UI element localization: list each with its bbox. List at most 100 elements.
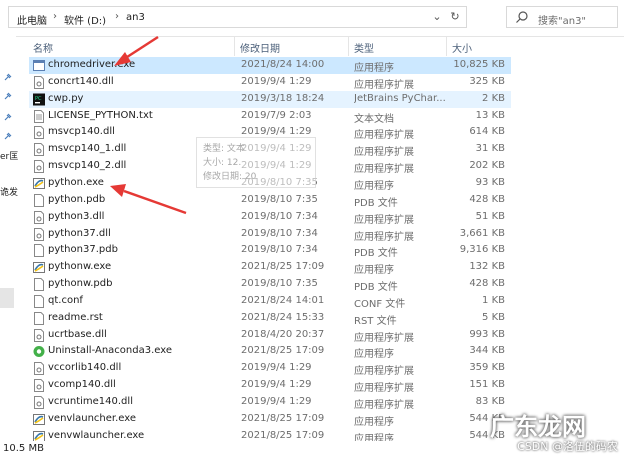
dll-icon bbox=[34, 227, 44, 241]
dll-icon bbox=[34, 143, 44, 157]
file-size: 10,825 KB bbox=[453, 59, 505, 70]
pin-icon[interactable] bbox=[3, 73, 12, 82]
exe-icon bbox=[33, 60, 45, 71]
column-divider[interactable] bbox=[234, 36, 235, 56]
selection-size: 10.5 MB bbox=[3, 443, 44, 454]
file-size: 325 KB bbox=[469, 75, 505, 87]
file-size: 5 KB bbox=[482, 311, 505, 323]
file-name: venvwlauncher.exe bbox=[48, 429, 145, 441]
file-name: cwp.py bbox=[48, 92, 84, 104]
file-row[interactable]: pythonw.exe 2021/8/25 17:09 应用程序 132 KB bbox=[29, 259, 511, 276]
file-date: 2019/8/10 7:34 bbox=[241, 244, 318, 256]
file-row[interactable]: vcruntime140.dll 2019/9/4 1:29 应用程序扩展 83 KB bbox=[29, 394, 511, 411]
file-size: 93 KB bbox=[475, 176, 505, 188]
file-row[interactable]: Uninstall-Anaconda3.exe 2021/8/25 17:09 应用… bbox=[29, 343, 511, 360]
file-row[interactable]: LICENSE_PYTHON.txt 2019/7/9 2:03 文本文档 13 KB bbox=[29, 108, 511, 125]
file-row[interactable]: readme.rst 2021/8/24 15:33 RST 文件 5 KB bbox=[29, 310, 511, 327]
python-exe-icon bbox=[33, 177, 45, 189]
navigation-pane: er匡 诡发 bbox=[0, 36, 18, 441]
file-date: 2019/9/4 1:29 bbox=[241, 379, 312, 391]
file-date: 2019/3/18 18:24 bbox=[241, 92, 325, 104]
column-divider[interactable] bbox=[446, 36, 447, 56]
file-size: 202 KB bbox=[469, 160, 505, 172]
column-divider[interactable] bbox=[348, 36, 349, 56]
column-header-date[interactable]: 修改日期 bbox=[240, 40, 280, 55]
breadcrumb-drive[interactable]: 软件 (D:) bbox=[64, 12, 106, 27]
watermark-author: CSDN @洛伍的码农 bbox=[517, 440, 618, 453]
file-name: python37.pdb bbox=[48, 244, 118, 256]
file-name: python.pdb bbox=[48, 193, 106, 205]
search-box[interactable]: 搜索"an3" bbox=[506, 6, 618, 28]
tooltip-date: 修改日期: 20 bbox=[203, 172, 257, 182]
file-row[interactable]: python.pdb 2019/8/10 7:35 PDB 文件 428 KB bbox=[29, 192, 511, 209]
file-row[interactable]: vcomp140.dll 2019/9/4 1:29 应用程序扩展 151 KB bbox=[29, 377, 511, 394]
breadcrumb-folder[interactable]: an3 bbox=[126, 12, 145, 23]
file-row[interactable]: concrt140.dll 2019/9/4 1:29 应用程序扩展 325 KB bbox=[29, 74, 511, 91]
refresh-icon[interactable]: ↻ bbox=[445, 7, 465, 27]
file-name: LICENSE_PYTHON.txt bbox=[48, 109, 153, 121]
file-date: 2019/8/10 7:34 bbox=[241, 210, 318, 222]
dll-icon bbox=[34, 396, 44, 409]
file-date: 2021/8/25 17:09 bbox=[241, 345, 325, 357]
column-header-size[interactable]: 大小 bbox=[452, 40, 472, 55]
file-date: 2019/9/4 1:29 bbox=[241, 396, 312, 407]
file-date: 2019/9/4 1:29 bbox=[241, 362, 312, 374]
file-name: ucrtbase.dll bbox=[48, 328, 107, 340]
dll-icon bbox=[34, 328, 44, 342]
breadcrumb-separator-icon[interactable]: › bbox=[115, 11, 119, 22]
file-size: 31 KB bbox=[475, 143, 505, 155]
address-bar[interactable]: 此电脑 › 软件 (D:) › an3 ⌄ ↻ bbox=[8, 6, 467, 28]
file-name: venvlauncher.exe bbox=[48, 412, 137, 424]
file-size: 151 KB bbox=[469, 379, 505, 391]
breadcrumb-separator-icon[interactable]: › bbox=[53, 11, 57, 22]
installer-icon bbox=[33, 346, 45, 358]
search-input[interactable]: 搜索"an3" bbox=[538, 12, 586, 27]
svg-text:PC: PC bbox=[35, 96, 42, 102]
pin-icon[interactable] bbox=[3, 132, 12, 141]
address-bar-area: 此电脑 › 软件 (D:) › an3 ⌄ ↻ 搜索"an3" bbox=[0, 0, 624, 37]
file-date: 2021/8/25 17:09 bbox=[241, 261, 325, 273]
file-date: 2021/8/24 15:33 bbox=[241, 311, 325, 323]
file-size: 1 KB bbox=[482, 294, 505, 306]
nav-item-label[interactable]: 诡发 bbox=[0, 185, 18, 198]
file-date: 2021/8/25 17:09 bbox=[241, 412, 325, 424]
file-name: python37.dll bbox=[48, 227, 111, 239]
column-header-type[interactable]: 类型 bbox=[354, 40, 374, 55]
file-row[interactable]: python37.pdb 2019/8/10 7:34 PDB 文件 9,316 KB bbox=[29, 242, 511, 259]
file-row[interactable]: pythonw.pdb 2019/8/10 7:35 PDB 文件 428 KB bbox=[29, 276, 511, 293]
file-row[interactable]: venvlauncher.exe 2021/8/25 17:09 应用程序 544 K… bbox=[29, 411, 511, 428]
file-name: readme.rst bbox=[48, 311, 103, 323]
file-name: chromedriver.exe bbox=[48, 59, 136, 70]
file-size: 3,661 KB bbox=[459, 227, 505, 239]
file-date: 2019/9/4 1:29 bbox=[241, 75, 312, 87]
file-row[interactable]: ucrtbase.dll 2018/4/20 20:37 应用程序扩展 993 KB bbox=[29, 327, 511, 344]
file-tooltip: 类型: 文本 大小: 12. 修改日期: 20 bbox=[196, 137, 316, 188]
file-size: 428 KB bbox=[469, 193, 505, 205]
annotation-arrow-1 bbox=[123, 35, 159, 61]
file-row[interactable]: python3.dll 2019/8/10 7:34 应用程序扩展 51 KB bbox=[29, 209, 511, 226]
tooltip-type: 类型: 文本 bbox=[203, 144, 245, 154]
nav-item-label[interactable]: er匡 bbox=[0, 149, 18, 162]
column-header-name[interactable]: 名称 bbox=[33, 40, 53, 55]
file-size: 2 KB bbox=[482, 92, 505, 104]
dll-icon bbox=[34, 75, 44, 89]
python-exe-icon bbox=[33, 413, 45, 425]
file-icon bbox=[34, 294, 44, 308]
file-row[interactable]: qt.conf 2021/8/24 14:01 CONF 文件 1 KB bbox=[29, 293, 511, 310]
breadcrumb-this-pc[interactable]: 此电脑 bbox=[17, 12, 47, 27]
file-row[interactable]: chromedriver.exe 2021/8/24 14:00 应用程序 10,82… bbox=[29, 57, 511, 74]
nav-selected-item[interactable] bbox=[0, 288, 14, 308]
pycharm-icon: PC bbox=[33, 93, 45, 106]
file-row[interactable]: vccorlib140.dll 2019/9/4 1:29 应用程序扩展 359 KB bbox=[29, 360, 511, 377]
file-icon bbox=[34, 278, 44, 292]
dll-icon bbox=[34, 160, 44, 174]
file-size: 428 KB bbox=[469, 278, 505, 290]
dll-icon bbox=[34, 210, 44, 224]
pin-icon[interactable] bbox=[3, 92, 12, 101]
dll-icon bbox=[34, 126, 44, 140]
dll-icon bbox=[34, 379, 44, 393]
file-row[interactable]: PC cwp.py 2019/3/18 18:24 JetBrains PyChar.… bbox=[29, 90, 511, 108]
file-row[interactable]: python37.dll 2019/8/10 7:34 应用程序扩展 3,661 KB bbox=[29, 226, 511, 243]
history-dropdown-icon[interactable]: ⌄ bbox=[427, 7, 447, 27]
pin-icon[interactable] bbox=[3, 113, 12, 122]
